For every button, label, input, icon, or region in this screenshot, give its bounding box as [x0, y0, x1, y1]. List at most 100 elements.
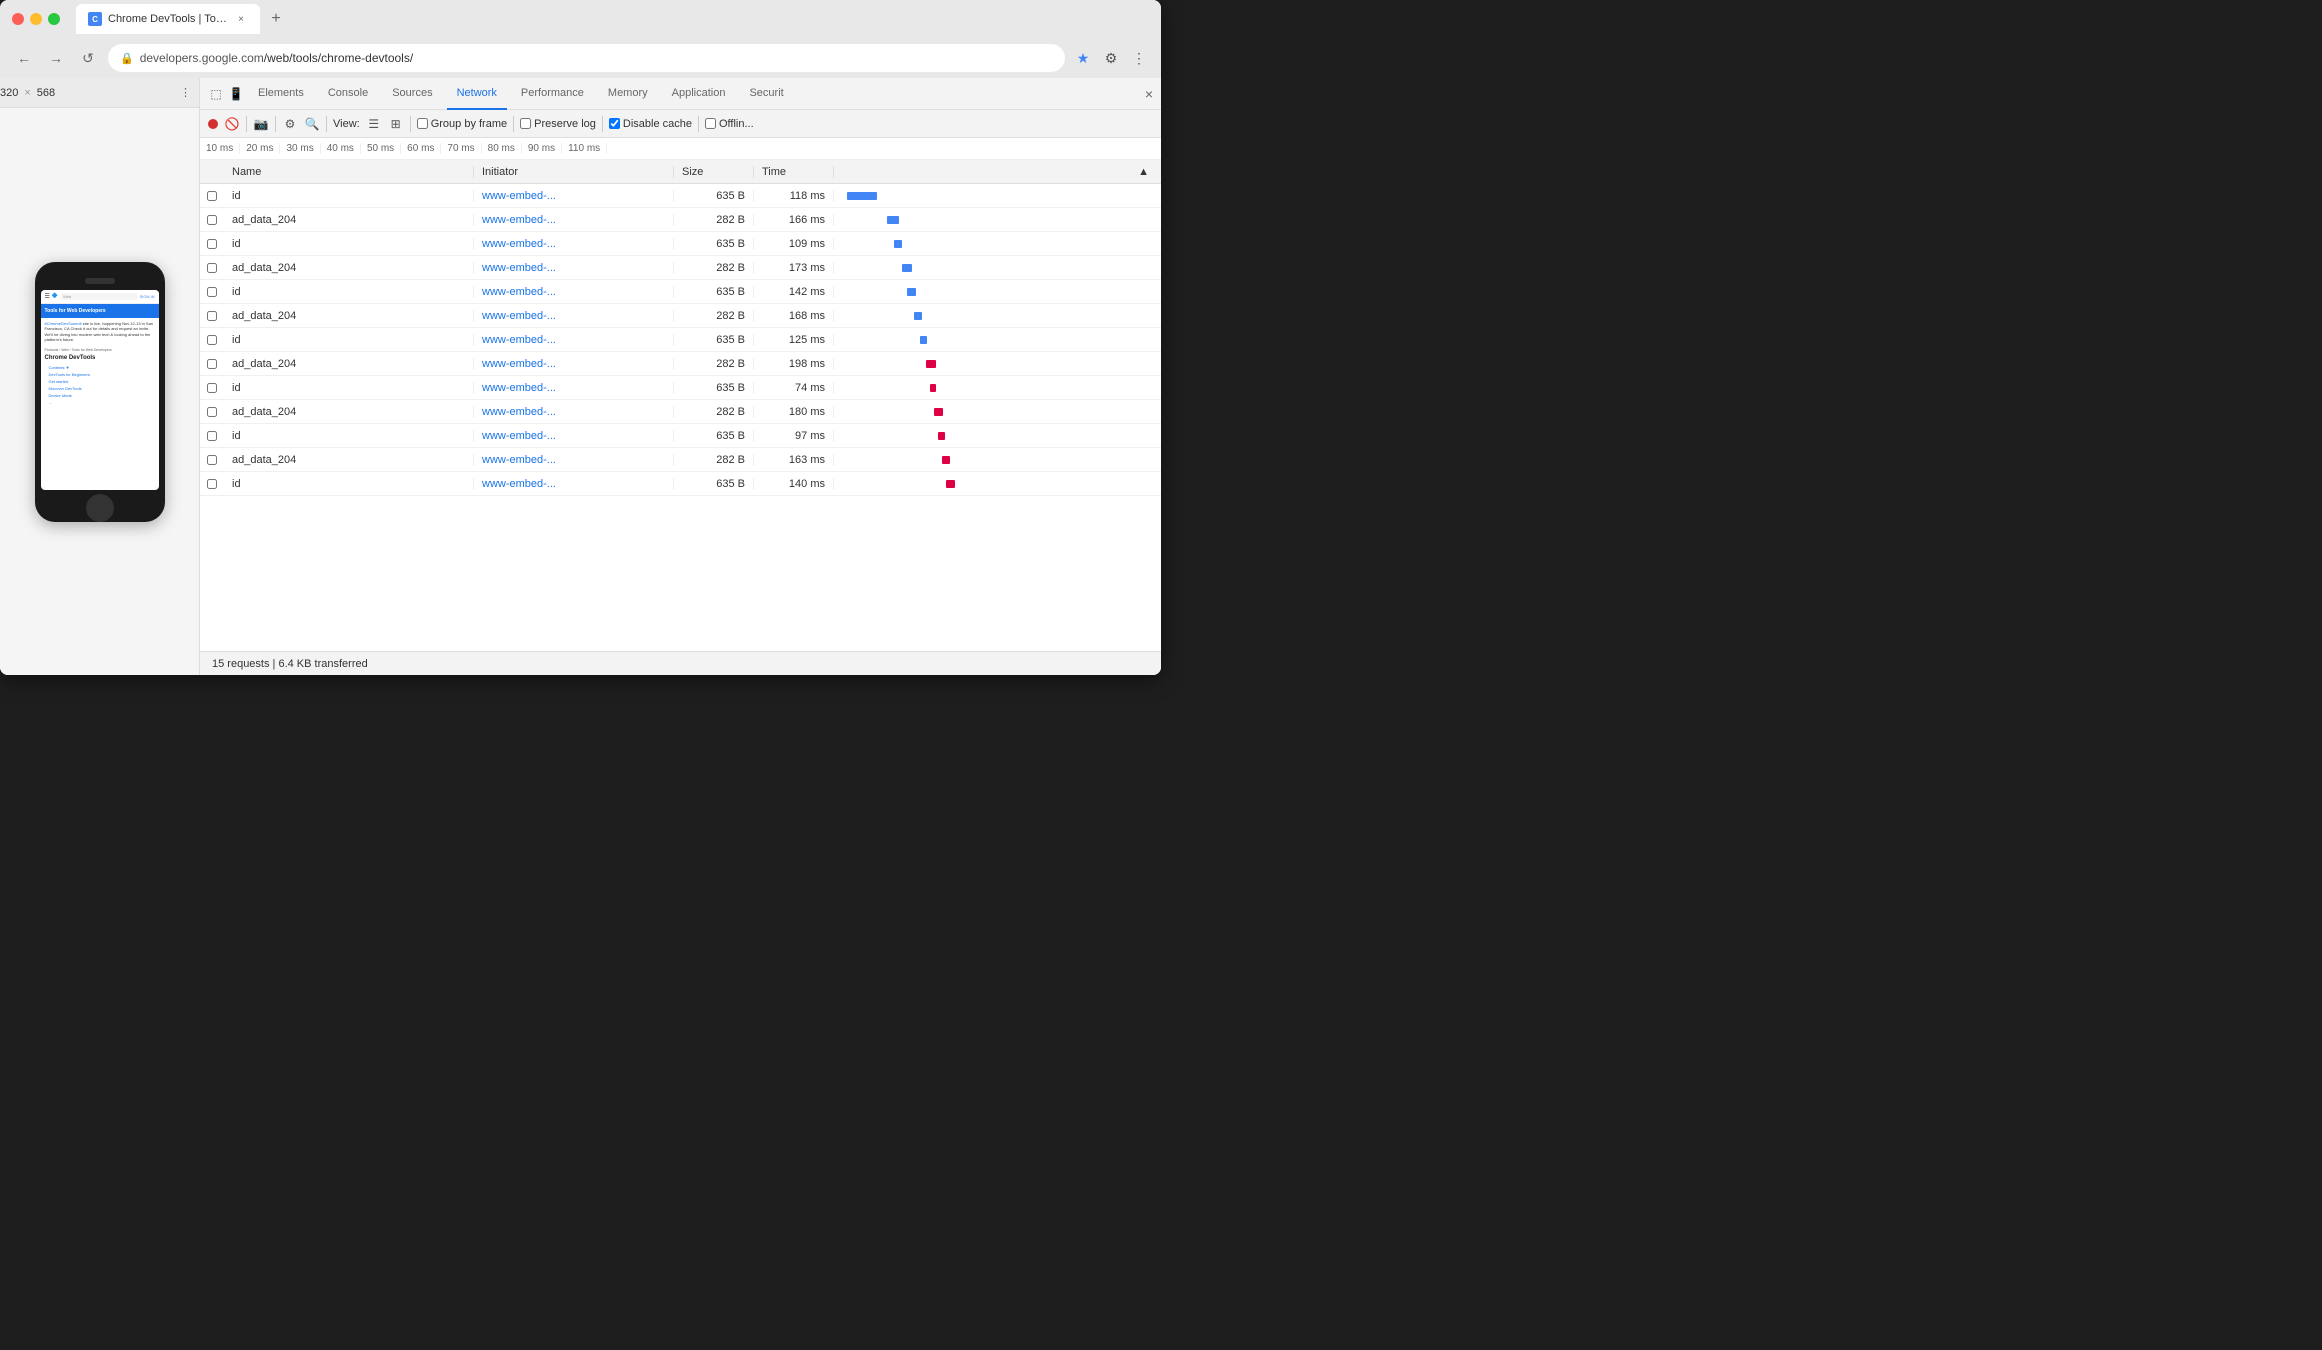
row-time: 109 ms	[754, 238, 834, 250]
row-name: ad_data_204	[224, 454, 474, 466]
row-waterfall	[834, 432, 1161, 440]
tab-close-button[interactable]: ×	[234, 12, 248, 26]
group-by-frame-checkbox[interactable]: Group by frame	[417, 118, 507, 130]
waterfall-bar	[934, 408, 943, 416]
row-checkbox[interactable]	[200, 431, 224, 441]
table-row[interactable]: ad_data_204 www-embed-... 282 B 180 ms	[200, 400, 1161, 424]
preserve-log-checkbox[interactable]: Preserve log	[520, 118, 596, 130]
minimize-traffic-light[interactable]	[30, 13, 42, 25]
tab-performance[interactable]: Performance	[511, 78, 594, 110]
row-checkbox[interactable]	[200, 239, 224, 249]
row-checkbox[interactable]	[200, 455, 224, 465]
title-bar: C Chrome DevTools | Tools for W × +	[0, 0, 1161, 38]
customize-icon[interactable]: ⋮	[1129, 48, 1149, 68]
header-initiator-col[interactable]: Initiator	[474, 166, 674, 178]
row-checkbox[interactable]	[200, 383, 224, 393]
row-checkbox[interactable]	[200, 407, 224, 417]
row-checkbox[interactable]	[200, 359, 224, 369]
tab-sources[interactable]: Sources	[382, 78, 442, 110]
header-time-col[interactable]: Time	[754, 166, 834, 178]
active-tab[interactable]: C Chrome DevTools | Tools for W ×	[76, 4, 260, 34]
devtools-device-icon[interactable]: 📱	[228, 86, 244, 102]
tab-network[interactable]: Network	[447, 78, 507, 110]
table-row[interactable]: ad_data_204 www-embed-... 282 B 166 ms	[200, 208, 1161, 232]
table-row[interactable]: id www-embed-... 635 B 109 ms	[200, 232, 1161, 256]
new-tab-button[interactable]: +	[264, 7, 288, 31]
devtools-inspect-icon[interactable]: ⬚	[208, 86, 224, 102]
camera-button[interactable]: 📷	[253, 116, 269, 132]
row-initiator: www-embed-...	[474, 334, 674, 346]
record-button[interactable]	[208, 119, 218, 129]
table-row[interactable]: id www-embed-... 635 B 142 ms	[200, 280, 1161, 304]
waterfall-bar	[902, 264, 912, 272]
row-checkbox[interactable]	[200, 215, 224, 225]
table-row[interactable]: id www-embed-... 635 B 97 ms	[200, 424, 1161, 448]
maximize-traffic-light[interactable]	[48, 13, 60, 25]
tab-console[interactable]: Console	[318, 78, 378, 110]
table-row[interactable]: ad_data_204 www-embed-... 282 B 173 ms	[200, 256, 1161, 280]
network-toolbar: 🚫 📷 ⚙ 🔍 View: ☰ ⊞ Group by frame Pr	[200, 110, 1161, 138]
waterfall-bar	[926, 360, 936, 368]
bookmark-star-icon[interactable]: ★	[1073, 48, 1093, 68]
tab-security[interactable]: Securit	[739, 78, 793, 110]
row-initiator: www-embed-...	[474, 190, 674, 202]
dimension-more-options[interactable]: ⋮	[180, 86, 191, 99]
list-view-icon[interactable]: ☰	[366, 116, 382, 132]
filter-button[interactable]: ⚙	[282, 116, 298, 132]
table-row[interactable]: id www-embed-... 635 B 125 ms	[200, 328, 1161, 352]
grid-view-icon[interactable]: ⊞	[388, 116, 404, 132]
offline-checkbox[interactable]: Offlin...	[705, 118, 754, 130]
row-checkbox[interactable]	[200, 191, 224, 201]
tab-application[interactable]: Application	[662, 78, 736, 110]
row-checkbox[interactable]	[200, 479, 224, 489]
row-time: 97 ms	[754, 430, 834, 442]
table-row[interactable]: ad_data_204 www-embed-... 282 B 168 ms	[200, 304, 1161, 328]
row-size: 282 B	[674, 214, 754, 226]
table-row[interactable]: ad_data_204 www-embed-... 282 B 198 ms	[200, 352, 1161, 376]
row-checkbox[interactable]	[200, 335, 224, 345]
header-name-col[interactable]: Name	[224, 166, 474, 178]
disable-cache-checkbox[interactable]: Disable cache	[609, 118, 692, 130]
row-waterfall	[834, 408, 1161, 416]
close-traffic-light[interactable]	[12, 13, 24, 25]
row-size: 635 B	[674, 286, 754, 298]
phone-mockup: ☰ 🔷 Web SIGN IN Tools for Web Developers…	[35, 262, 165, 522]
header-size-col[interactable]: Size	[674, 166, 754, 178]
search-button[interactable]: 🔍	[304, 116, 320, 132]
clear-button[interactable]: 🚫	[224, 116, 240, 132]
row-waterfall	[834, 216, 1161, 224]
phone-notch	[85, 278, 115, 284]
row-time: 142 ms	[754, 286, 834, 298]
phone-home-button[interactable]	[86, 494, 114, 522]
throttle-section: Offlin... Disabled Online Presets Fast 3…	[705, 118, 754, 130]
browser-window: C Chrome DevTools | Tools for W × + ← → …	[0, 0, 1161, 675]
row-time: 166 ms	[754, 214, 834, 226]
phone-menu-item-contents: Contents ▼	[45, 364, 155, 371]
row-name: id	[224, 334, 474, 346]
row-checkbox[interactable]	[200, 311, 224, 321]
extensions-icon[interactable]: ⚙	[1101, 48, 1121, 68]
phone-breadcrumb: Products › Web › Tools for Web Developer…	[41, 346, 159, 354]
devtools-close-button[interactable]: ×	[1145, 86, 1153, 102]
row-checkbox[interactable]	[200, 263, 224, 273]
row-waterfall	[834, 456, 1161, 464]
waterfall-bar	[920, 336, 927, 344]
row-time: 140 ms	[754, 478, 834, 490]
table-row[interactable]: ad_data_204 www-embed-... 282 B 163 ms	[200, 448, 1161, 472]
table-row[interactable]: id www-embed-... 635 B 140 ms	[200, 472, 1161, 496]
forward-button[interactable]: →	[44, 46, 68, 70]
url-bar[interactable]: 🔒 developers.google.com/web/tools/chrome…	[108, 44, 1065, 72]
header-waterfall-col[interactable]: ▲	[834, 166, 1161, 178]
tab-memory[interactable]: Memory	[598, 78, 658, 110]
waterfall-bar	[938, 432, 945, 440]
tab-elements[interactable]: Elements	[248, 78, 314, 110]
back-button[interactable]: ←	[12, 46, 36, 70]
phone-logo: 🔷	[52, 293, 58, 299]
timeline-10ms: 10 ms	[200, 143, 240, 154]
phone-hamburger-icon: ☰	[45, 293, 50, 300]
table-row[interactable]: id www-embed-... 635 B 118 ms	[200, 184, 1161, 208]
row-checkbox[interactable]	[200, 287, 224, 297]
table-row[interactable]: id www-embed-... 635 B 74 ms	[200, 376, 1161, 400]
phone-signin-button[interactable]: SIGN IN	[140, 294, 155, 299]
refresh-button[interactable]: ↺	[76, 46, 100, 70]
